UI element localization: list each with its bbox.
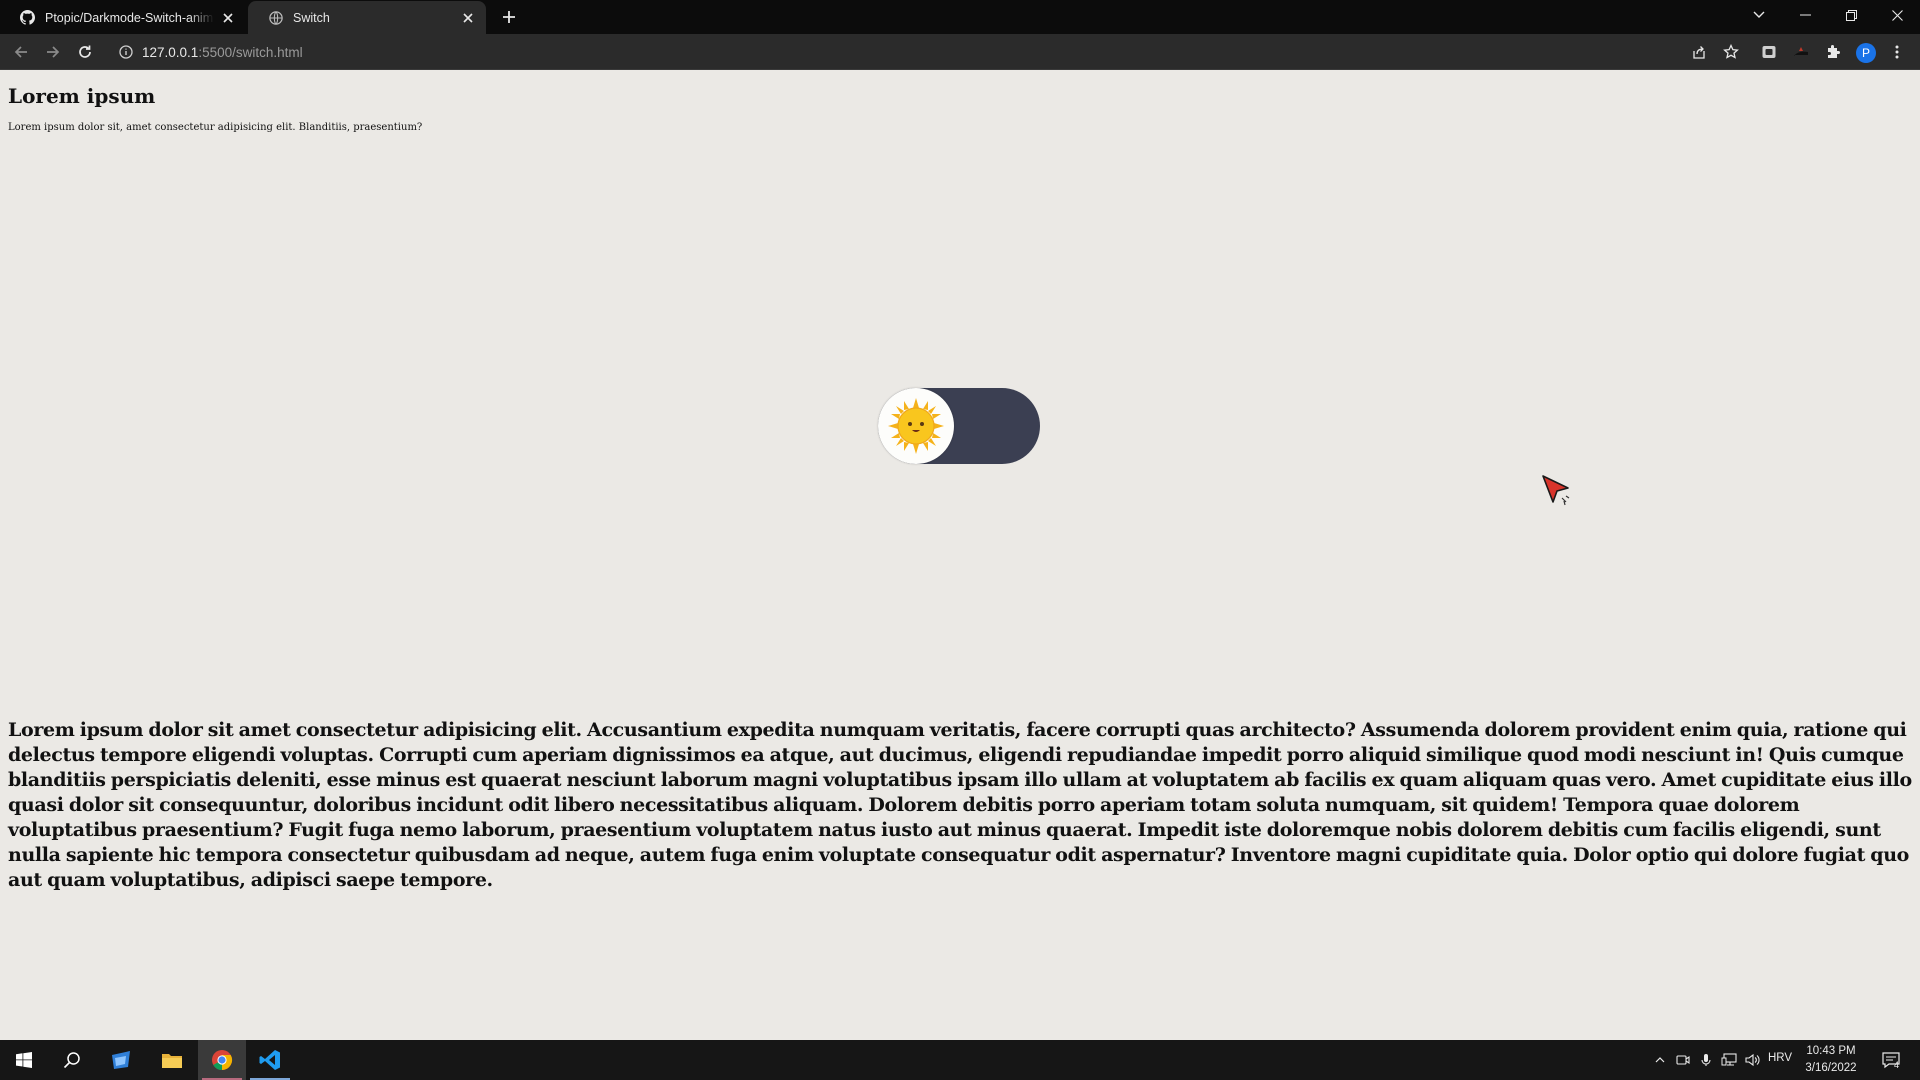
close-window-icon[interactable]: [1874, 0, 1920, 30]
bookmark-star-icon[interactable]: [1718, 39, 1744, 65]
extension-icon[interactable]: [1788, 39, 1814, 65]
share-icon[interactable]: [1686, 39, 1712, 65]
vscode-icon[interactable]: [246, 1040, 294, 1080]
tab-title: Switch: [293, 10, 330, 25]
page-body-text: Lorem ipsum dolor sit amet consectetur a…: [8, 719, 1912, 891]
url-text: 127.0.0.1:5500/switch.html: [142, 45, 303, 60]
address-bar[interactable]: 127.0.0.1:5500/switch.html: [106, 38, 1722, 66]
github-icon: [20, 10, 35, 25]
switch-knob[interactable]: [878, 388, 954, 464]
restore-icon[interactable]: [1828, 0, 1874, 30]
notification-center-icon[interactable]: 4: [1874, 1040, 1908, 1080]
clock-date: 3/16/2022: [1805, 1062, 1857, 1074]
clock-time: 10:43 PM: [1806, 1045, 1856, 1057]
tab-github[interactable]: Ptopic/Darkmode-Switch-animat: [0, 1, 246, 34]
extension-icon[interactable]: [1756, 39, 1782, 65]
page-subtitle: Lorem ipsum dolor sit, amet consectetur …: [8, 122, 423, 133]
tab-strip: Ptopic/Darkmode-Switch-animat Switch: [0, 0, 1920, 34]
url-path: :5500/switch.html: [198, 44, 303, 60]
meet-camera-icon[interactable]: [1672, 1040, 1694, 1080]
notification-count: 4: [1894, 1060, 1900, 1070]
forward-icon[interactable]: [40, 39, 66, 65]
microphone-icon[interactable]: [1696, 1040, 1716, 1080]
chrome-icon[interactable]: [198, 1040, 246, 1080]
close-tab-icon[interactable]: [460, 10, 476, 26]
page-heading: Lorem ipsum: [8, 84, 156, 108]
windows-taskbar: HRV 10:43 PM 3/16/2022 4: [0, 1040, 1920, 1080]
mouse-cursor-icon: [1542, 475, 1570, 506]
sun-icon: [888, 398, 944, 454]
start-windows-icon[interactable]: [0, 1040, 48, 1080]
profile-avatar[interactable]: P: [1856, 43, 1876, 63]
darkmode-switch[interactable]: [878, 388, 1040, 464]
show-hidden-icons-icon[interactable]: [1650, 1040, 1670, 1080]
search-icon[interactable]: [48, 1040, 96, 1080]
browser-toolbar: 127.0.0.1:5500/switch.html P: [0, 34, 1920, 70]
menu-kebab-icon[interactable]: [1884, 39, 1910, 65]
volume-icon[interactable]: [1742, 1040, 1764, 1080]
url-host: 127.0.0.1: [142, 44, 199, 60]
site-info-icon[interactable]: [118, 44, 134, 60]
globe-icon: [268, 10, 283, 25]
input-language[interactable]: HRV: [1768, 1052, 1792, 1064]
file-explorer-icon[interactable]: [148, 1040, 196, 1080]
taskbar-clock[interactable]: 10:43 PM 3/16/2022: [1796, 1043, 1866, 1077]
app-icon[interactable]: [98, 1040, 146, 1080]
tab-switch[interactable]: Switch: [248, 1, 486, 34]
close-tab-icon[interactable]: [220, 10, 236, 26]
tab-title: Ptopic/Darkmode-Switch-animat: [45, 10, 214, 25]
back-icon[interactable]: [8, 39, 34, 65]
tab-search-icon[interactable]: [1736, 0, 1782, 30]
web-page: Lorem ipsum Lorem ipsum dolor sit, amet …: [0, 70, 1920, 1040]
network-icon[interactable]: [1718, 1040, 1740, 1080]
reload-icon[interactable]: [72, 39, 98, 65]
new-tab-button[interactable]: [498, 6, 520, 28]
extensions-puzzle-icon[interactable]: [1820, 39, 1846, 65]
minimize-icon[interactable]: [1782, 0, 1828, 30]
